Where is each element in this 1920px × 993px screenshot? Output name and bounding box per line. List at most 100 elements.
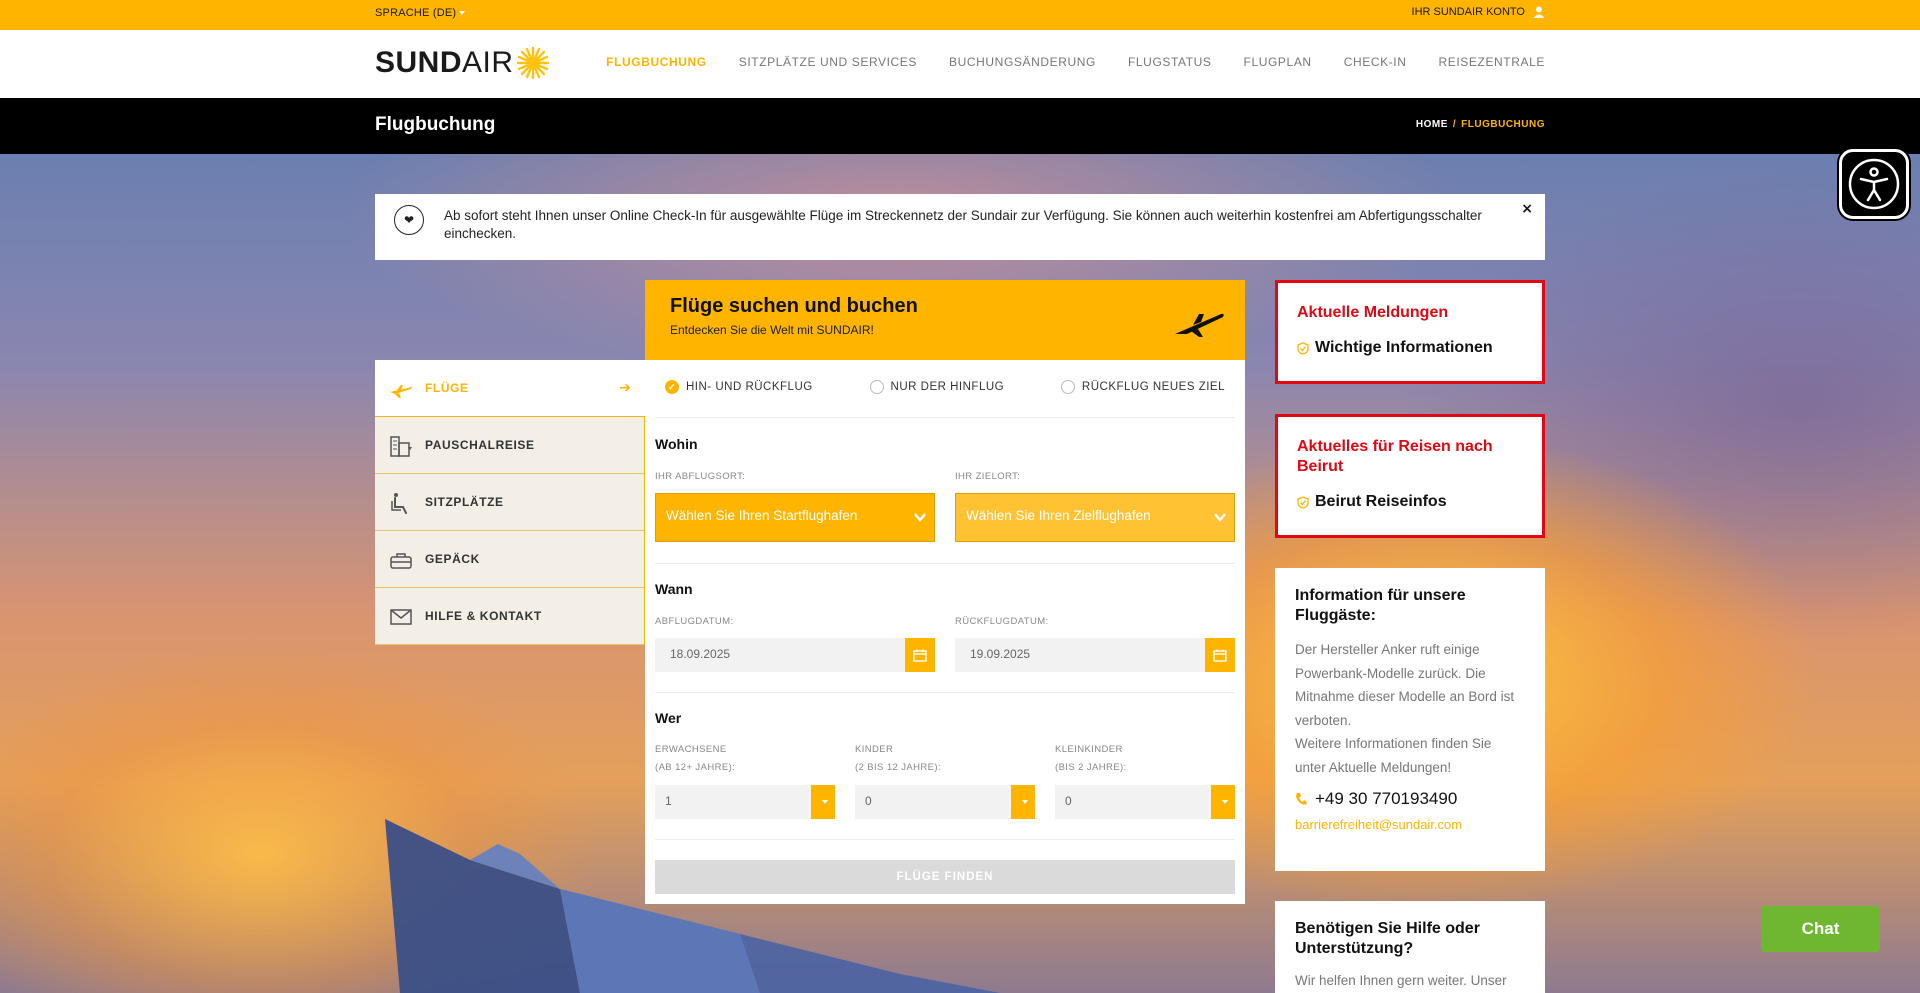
return-date-value: 19.09.2025	[970, 647, 1031, 661]
info-text: Der Hersteller Anker ruft einige Powerba…	[1295, 642, 1515, 728]
seat-icon	[391, 493, 407, 514]
sidemenu-label: GEPÄCK	[425, 552, 480, 566]
infants-label: KLEINKINDER (BIS 2 JAHRE):	[1055, 741, 1127, 777]
nav-check-in[interactable]: CHECK-IN	[1344, 55, 1407, 69]
adults-label: ERWACHSENE (AB 12+ JAHRE):	[655, 741, 735, 777]
news-link[interactable]: Wichtige Informationen	[1297, 339, 1523, 357]
adults-label-line1: ERWACHSENE	[655, 744, 727, 755]
chat-button[interactable]: Chat	[1761, 906, 1880, 952]
accessibility-icon	[1848, 158, 1900, 210]
page-title-bar: Flugbuchung HOME / FLUGBUCHUNG	[0, 98, 1920, 154]
hotel-icon	[390, 436, 412, 457]
arrow-right-icon: ➔	[619, 380, 631, 396]
radio-label: NUR DER HINFLUG	[890, 381, 1005, 393]
destination-label: IHR ZIELORT:	[955, 471, 1021, 482]
chevron-down-icon	[459, 11, 466, 16]
user-icon	[1533, 6, 1545, 18]
top-bar: SPRACHE (DE) IHR SUNDAIR KONTO	[0, 0, 1920, 30]
breadcrumb: HOME / FLUGBUCHUNG	[1416, 119, 1545, 130]
divider	[655, 839, 1235, 840]
nav-sitzplaetze-services[interactable]: SITZPLÄTZE UND SERVICES	[739, 55, 917, 69]
booking-title: Flüge suchen und buchen	[670, 295, 918, 317]
adults-value: 1	[665, 794, 672, 808]
radio-one-way[interactable]: NUR DER HINFLUG	[869, 380, 1005, 394]
children-label-line2: (2 BIS 12 JAHRE):	[855, 762, 941, 773]
notice-message: Ab sofort steht Ihnen unser Online Check…	[444, 208, 1482, 241]
sidemenu-item-hilfe-kontakt[interactable]: HILFE & KONTAKT	[375, 588, 645, 645]
section-title-wann: Wann	[655, 581, 693, 597]
nav-flugstatus[interactable]: FLUGSTATUS	[1128, 55, 1212, 69]
sidemenu-label: HILFE & KONTAKT	[425, 609, 542, 623]
divider	[655, 563, 1235, 564]
sidemenu-item-sitzplaetze[interactable]: SITZPLÄTZE	[375, 474, 645, 531]
main-header: SUND AIR FLUGBUCHUNG SITZPLÄTZE UND SERVI…	[0, 30, 1920, 98]
infants-label-line2: (BIS 2 JAHRE):	[1055, 762, 1127, 773]
trip-type-group: ✓ HIN- UND RÜCKFLUG NUR DER HINFLUG RÜCK…	[665, 380, 1225, 394]
nav-buchungsaenderung[interactable]: BUCHUNGSÄNDERUNG	[949, 55, 1096, 69]
calendar-icon[interactable]	[905, 638, 935, 672]
depart-date-field[interactable]: 18.09.2025	[655, 638, 935, 672]
beirut-link-label: Beirut Reiseinfos	[1315, 493, 1447, 510]
breadcrumb-home[interactable]: HOME	[1416, 119, 1448, 130]
help-title: Benötigen Sie Hilfe oder Unterstützung?	[1295, 920, 1480, 957]
sidemenu-label: PAUSCHALREISE	[425, 438, 535, 452]
adults-label-line2: (AB 12+ JAHRE):	[655, 762, 736, 773]
radio-circle-icon	[1060, 380, 1075, 394]
booking-panel-header: Flüge suchen und buchen Entdecken Sie di…	[645, 280, 1245, 360]
info-title: Information für unsere Fluggäste:	[1295, 587, 1466, 624]
email-link[interactable]: barrierefreiheit@sundair.com	[1295, 817, 1525, 832]
nav-flugplan[interactable]: FLUGPLAN	[1244, 55, 1312, 69]
booking-form: ✓ HIN- UND RÜCKFLUG NUR DER HINFLUG RÜCK…	[645, 360, 1245, 904]
sidemenu-item-fluege[interactable]: FLÜGE ➔	[375, 360, 645, 417]
radio-round-trip[interactable]: ✓ HIN- UND RÜCKFLUG	[665, 380, 813, 394]
beirut-link[interactable]: Beirut Reiseinfos	[1297, 493, 1523, 511]
caret-down-icon	[1011, 785, 1035, 819]
beirut-title: Aktuelles für Reisen nach Beirut	[1297, 438, 1493, 475]
help-box: Benötigen Sie Hilfe oder Unterstützung? …	[1275, 901, 1545, 993]
nav-reisezentrale[interactable]: REISEZENTRALE	[1439, 55, 1546, 69]
sidemenu-label: SITZPLÄTZE	[425, 495, 504, 509]
accessibility-button[interactable]	[1839, 149, 1909, 219]
sidemenu-item-gepaeck[interactable]: GEPÄCK	[375, 531, 645, 588]
checkmark-icon: ✓	[665, 380, 679, 394]
infants-value: 0	[1065, 794, 1072, 808]
phone-number[interactable]: +49 30 770193490	[1295, 789, 1525, 809]
radio-circle-icon	[869, 380, 884, 394]
sidemenu-label: FLÜGE	[425, 381, 469, 395]
sun-logo-icon	[516, 46, 549, 80]
page-title: Flugbuchung	[375, 114, 496, 135]
radio-open-jaw[interactable]: RÜCKFLUG NEUES ZIEL	[1060, 380, 1225, 394]
sundair-logo[interactable]: SUND AIR	[375, 46, 550, 80]
chevron-down-icon	[914, 513, 926, 522]
origin-label: IHR ABFLUGSORT:	[655, 471, 746, 482]
chevron-down-icon	[1214, 513, 1226, 522]
section-title-wohin: Wohin	[655, 436, 698, 452]
children-select[interactable]: 0	[855, 785, 1035, 819]
info-text-2: Weitere Informationen finden Sie unter A…	[1295, 736, 1492, 775]
envelope-icon	[390, 609, 412, 625]
plane-icon	[390, 385, 412, 398]
nav-flugbuchung[interactable]: FLUGBUCHUNG	[606, 55, 707, 69]
booking-subtitle: Entdecken Sie die Welt mit SUNDAIR!	[670, 323, 874, 337]
infants-label-line1: KLEINKINDER	[1055, 744, 1123, 755]
close-icon[interactable]: ×	[1521, 201, 1533, 217]
sidemenu-item-pauschalreise[interactable]: PAUSCHALREISE	[375, 417, 645, 474]
account-link[interactable]: IHR SUNDAIR KONTO	[1412, 6, 1545, 18]
return-date-field[interactable]: 19.09.2025	[955, 638, 1235, 672]
origin-select[interactable]: Wählen Sie Ihren Startflughafen	[655, 493, 935, 542]
adults-select[interactable]: 1	[655, 785, 835, 819]
passenger-info-box: Information für unsere Fluggäste: Der He…	[1275, 568, 1545, 871]
checkin-notice: ❤ Ab sofort steht Ihnen unser Online Che…	[375, 194, 1545, 260]
depart-date-value: 18.09.2025	[670, 647, 731, 661]
divider	[655, 417, 1235, 418]
infants-select[interactable]: 0	[1055, 785, 1235, 819]
calendar-icon[interactable]	[1205, 638, 1235, 672]
destination-select[interactable]: Wählen Sie Ihren Zielflughafen	[955, 493, 1235, 542]
language-selector[interactable]: SPRACHE (DE)	[375, 7, 466, 19]
shield-check-icon	[1297, 341, 1309, 355]
main-nav: FLUGBUCHUNG SITZPLÄTZE UND SERVICES BUCH…	[606, 55, 1545, 69]
phone-value: +49 30 770193490	[1315, 789, 1458, 808]
caret-down-icon	[811, 785, 835, 819]
find-flights-button[interactable]: FLÜGE FINDEN	[655, 860, 1235, 894]
section-title-wer: Wer	[655, 710, 682, 726]
